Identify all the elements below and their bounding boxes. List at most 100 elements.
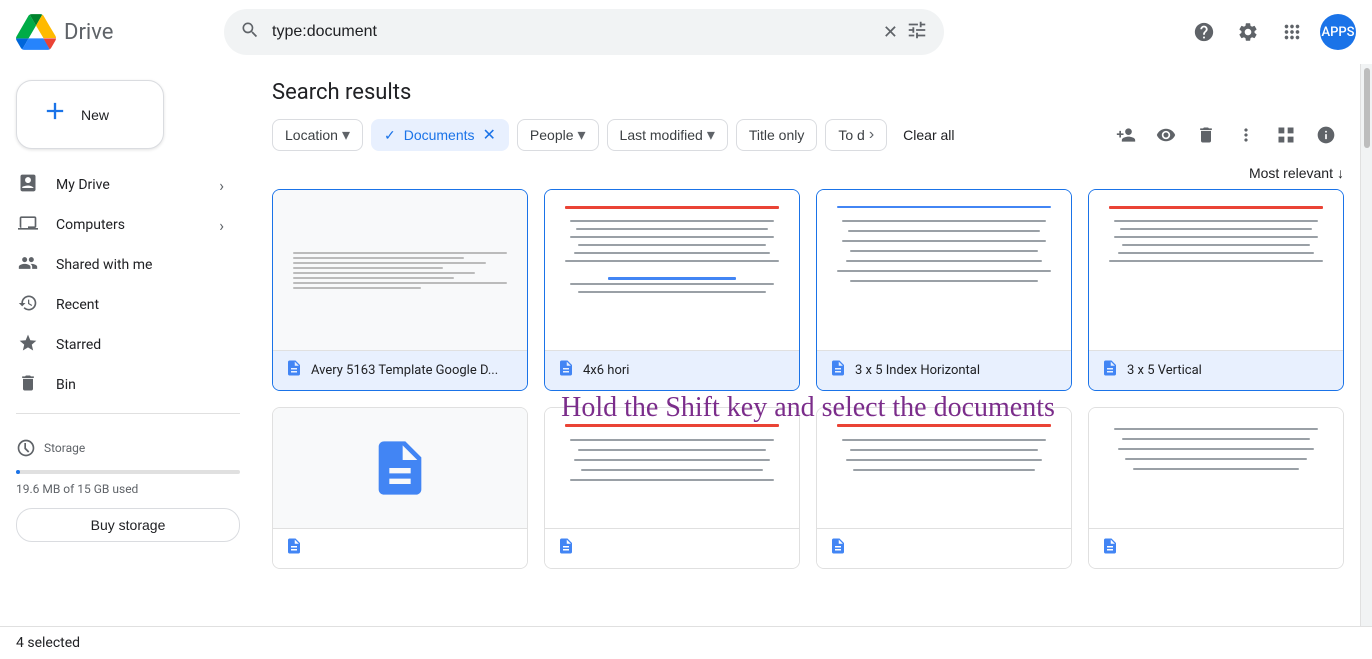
sidebar-item-my-drive-label: My Drive xyxy=(56,177,110,193)
storage-label: Storage xyxy=(44,441,85,455)
sidebar-item-bin-label: Bin xyxy=(56,377,76,393)
delete-button[interactable] xyxy=(1188,117,1224,153)
search-input[interactable] xyxy=(272,23,883,41)
buy-storage-button[interactable]: Buy storage xyxy=(16,508,240,542)
file-card-8[interactable] xyxy=(1088,407,1344,569)
settings-button[interactable] xyxy=(1228,12,1268,52)
file-footer-4: 3 x 5 Vertical xyxy=(1089,350,1343,390)
storage-section: Storage 19.6 MB of 15 GB used Buy storag… xyxy=(0,422,256,542)
doc-icon-6 xyxy=(557,537,575,560)
sidebar-item-starred[interactable]: Starred xyxy=(0,325,240,365)
file-footer-5 xyxy=(273,528,527,568)
people-filter[interactable]: People ▾ xyxy=(517,119,599,151)
my-drive-expand-icon: › xyxy=(219,176,224,195)
file-footer-3: 3 x 5 Index Horizontal xyxy=(817,350,1071,390)
file-footer-1: Avery 5163 Template Google D... xyxy=(273,350,527,390)
content-area: Search results Location ▾ ✓ Documents ✕ xyxy=(256,64,1360,626)
doc-icon-1 xyxy=(285,359,303,382)
sidebar-item-computers-label: Computers xyxy=(56,217,125,233)
file-footer-8 xyxy=(1089,528,1343,568)
last-modified-dropdown-icon: ▾ xyxy=(707,125,715,145)
logo-area: Drive xyxy=(16,12,216,52)
last-modified-filter-label: Last modified xyxy=(620,127,703,143)
large-doc-icon-5 xyxy=(368,436,432,500)
sidebar-item-bin[interactable]: Bin xyxy=(0,365,240,405)
sidebar: New My Drive › Computers › xyxy=(0,64,256,626)
scrollbar-thumb[interactable] xyxy=(1364,68,1370,148)
title-only-filter[interactable]: Title only xyxy=(736,119,818,151)
shared-with-me-icon xyxy=(16,253,40,278)
sidebar-item-computers[interactable]: Computers › xyxy=(0,205,240,245)
people-filter-label: People xyxy=(530,127,574,143)
sidebar-item-recent-label: Recent xyxy=(56,297,99,313)
location-filter[interactable]: Location ▾ xyxy=(272,119,363,151)
sidebar-nav: My Drive › Computers › Shared with me xyxy=(0,165,256,405)
topbar-actions: APPS xyxy=(1184,12,1356,52)
storage-bar xyxy=(16,470,240,474)
starred-icon xyxy=(16,333,40,358)
main-layout: New My Drive › Computers › xyxy=(0,64,1372,626)
topbar: Drive ✕ APPS xyxy=(0,0,1372,64)
new-button[interactable]: New xyxy=(16,80,164,149)
file-card-3[interactable]: 3 x 5 Index Horizontal xyxy=(816,189,1072,391)
recent-icon xyxy=(16,293,40,318)
doc-icon-8 xyxy=(1101,537,1119,560)
to-do-filter[interactable]: To d › xyxy=(825,119,887,151)
location-filter-label: Location xyxy=(285,127,338,143)
file-name-2: 4x6 hori xyxy=(583,363,629,378)
app-title: Drive xyxy=(64,20,113,45)
file-card-2[interactable]: 4x6 hori xyxy=(544,189,800,391)
scrollbar-track[interactable] xyxy=(1360,64,1372,626)
file-card-4[interactable]: 3 x 5 Vertical xyxy=(1088,189,1344,391)
doc-icon-4 xyxy=(1101,359,1119,382)
file-name-4: 3 x 5 Vertical xyxy=(1127,363,1202,378)
avatar[interactable]: APPS xyxy=(1320,14,1356,50)
doc-icon-5 xyxy=(285,537,303,560)
documents-check-icon: ✓ xyxy=(384,127,396,144)
sidebar-item-starred-label: Starred xyxy=(56,337,101,353)
info-button[interactable] xyxy=(1308,117,1344,153)
file-name-3: 3 x 5 Index Horizontal xyxy=(855,363,980,378)
drive-logo-icon xyxy=(16,12,56,52)
apps-button[interactable] xyxy=(1272,12,1312,52)
bottom-bar: 4 selected xyxy=(0,626,1372,659)
computers-expand-icon: › xyxy=(219,216,224,235)
sidebar-item-recent[interactable]: Recent xyxy=(0,285,240,325)
file-card-6[interactable] xyxy=(544,407,800,569)
doc-icon-7 xyxy=(829,537,847,560)
documents-filter[interactable]: ✓ Documents ✕ xyxy=(371,119,509,151)
my-drive-icon xyxy=(16,173,40,198)
scroll-area: Search results Location ▾ ✓ Documents ✕ xyxy=(256,64,1360,626)
file-card-7[interactable] xyxy=(816,407,1072,569)
search-icon xyxy=(240,20,260,45)
new-button-label: New xyxy=(81,107,109,123)
title-only-filter-label: Title only xyxy=(749,127,805,143)
grid-view-button[interactable] xyxy=(1268,117,1304,153)
toolbar-actions xyxy=(1108,117,1344,153)
to-do-filter-label: To d xyxy=(838,127,864,143)
file-preview-text-1 xyxy=(293,249,507,292)
sidebar-item-shared-with-me[interactable]: Shared with me xyxy=(0,245,240,285)
sidebar-item-my-drive[interactable]: My Drive › xyxy=(0,165,240,205)
preview-button[interactable] xyxy=(1148,117,1184,153)
clear-all-button[interactable]: Clear all xyxy=(895,123,962,147)
search-filter-button[interactable] xyxy=(906,19,928,46)
filter-bar: Location ▾ ✓ Documents ✕ People ▾ xyxy=(272,117,1344,153)
documents-close-icon[interactable]: ✕ xyxy=(483,125,496,145)
last-modified-filter[interactable]: Last modified ▾ xyxy=(607,119,728,151)
file-card-1[interactable]: Avery 5163 Template Google D... xyxy=(272,189,528,391)
files-grid: Avery 5163 Template Google D... xyxy=(272,189,1344,577)
search-clear-button[interactable]: ✕ xyxy=(883,22,898,43)
doc-icon-3 xyxy=(829,359,847,382)
sort-button[interactable]: Most relevant ↓ xyxy=(1249,165,1344,181)
to-do-dropdown-icon: › xyxy=(869,126,874,144)
add-person-button[interactable] xyxy=(1108,117,1144,153)
bin-icon xyxy=(16,373,40,398)
storage-bar-fill xyxy=(16,470,20,474)
more-options-button[interactable] xyxy=(1228,117,1264,153)
file-card-5[interactable] xyxy=(272,407,528,569)
sidebar-divider xyxy=(16,413,240,414)
storage-icon xyxy=(16,438,36,462)
help-button[interactable] xyxy=(1184,12,1224,52)
documents-filter-label: Documents xyxy=(404,127,475,143)
